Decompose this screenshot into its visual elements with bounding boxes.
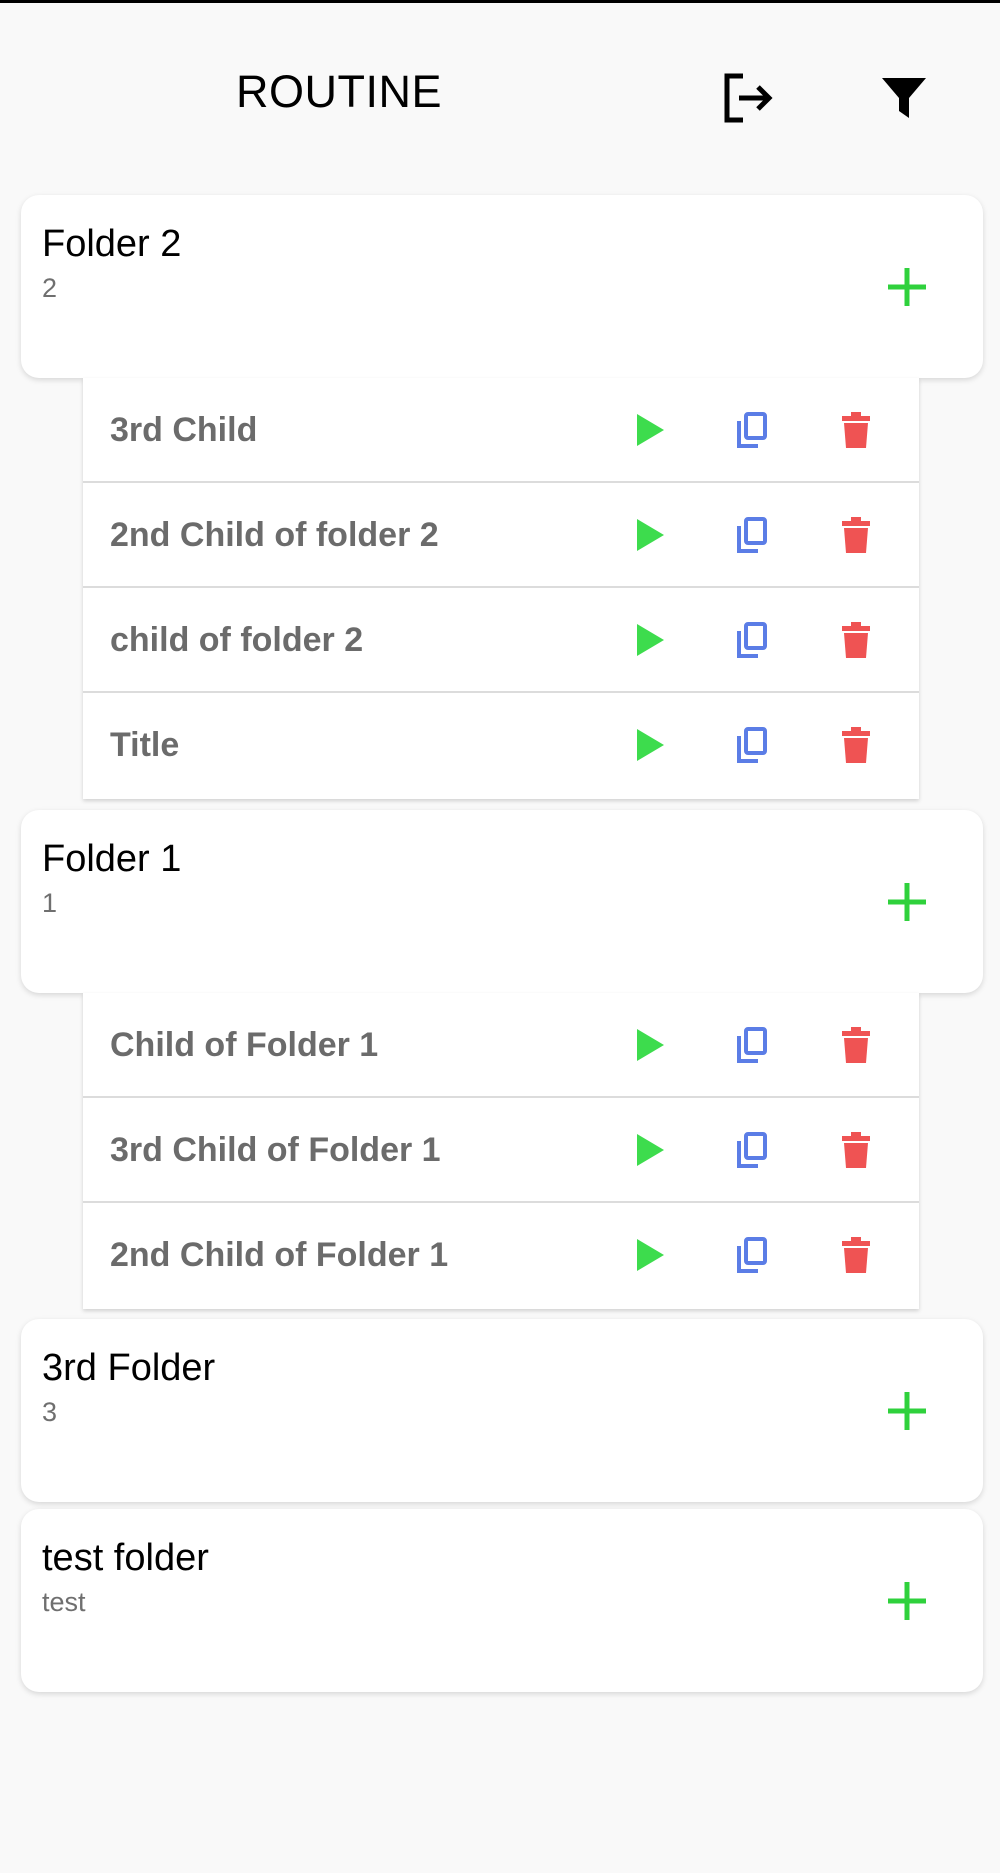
- list-item[interactable]: 2nd Child of folder 2: [83, 483, 919, 588]
- plus-icon: [888, 1392, 926, 1430]
- play-icon: [637, 519, 664, 551]
- trash-icon: [842, 1132, 870, 1168]
- trash-icon: [842, 1027, 870, 1063]
- play-button[interactable]: [624, 719, 676, 771]
- play-icon: [637, 1029, 664, 1061]
- logout-icon: [724, 73, 773, 123]
- child-title: Title: [110, 726, 180, 764]
- list-item[interactable]: Title: [83, 693, 919, 799]
- child-title: 3rd Child: [110, 411, 258, 449]
- delete-button[interactable]: [830, 1019, 882, 1071]
- delete-button[interactable]: [830, 1124, 882, 1176]
- copy-button[interactable]: [725, 509, 777, 561]
- plus-icon: [888, 883, 926, 921]
- play-icon: [637, 414, 664, 446]
- delete-button[interactable]: [830, 1229, 882, 1281]
- add-child-button[interactable]: [883, 1577, 931, 1625]
- delete-button[interactable]: [830, 509, 882, 561]
- app-header: ROUTINE: [0, 0, 1000, 190]
- child-title: Child of Folder 1: [110, 1026, 379, 1064]
- list-item[interactable]: child of folder 2: [83, 588, 919, 693]
- folder-description: 3: [42, 1397, 58, 1427]
- copy-button[interactable]: [725, 1229, 777, 1281]
- plus-icon: [888, 268, 926, 306]
- folder-description: 2: [42, 273, 58, 303]
- copy-icon: [737, 622, 767, 658]
- child-title: child of folder 2: [110, 621, 364, 659]
- folder-card[interactable]: test folder test: [21, 1509, 983, 1692]
- child-title: 2nd Child of Folder 1: [110, 1236, 449, 1274]
- logout-button[interactable]: [718, 68, 778, 128]
- child-list: 3rd Child 2nd Child of folder 2 child of…: [83, 378, 919, 799]
- page-title: ROUTINE: [236, 66, 442, 117]
- folder-card[interactable]: Folder 2 2: [21, 195, 983, 378]
- copy-icon: [737, 1237, 767, 1273]
- list-item[interactable]: 2nd Child of Folder 1: [83, 1203, 919, 1309]
- copy-button[interactable]: [725, 614, 777, 666]
- play-icon: [637, 1239, 664, 1271]
- trash-icon: [842, 1237, 870, 1273]
- trash-icon: [842, 517, 870, 553]
- copy-icon: [737, 1027, 767, 1063]
- list-item[interactable]: 3rd Child: [83, 378, 919, 483]
- folder-name: Folder 1: [42, 838, 182, 880]
- play-icon: [637, 624, 664, 656]
- copy-icon: [737, 412, 767, 448]
- list-item[interactable]: Child of Folder 1: [83, 993, 919, 1098]
- folder-card[interactable]: 3rd Folder 3: [21, 1319, 983, 1502]
- copy-button[interactable]: [725, 719, 777, 771]
- folder-description: 1: [42, 888, 58, 918]
- add-child-button[interactable]: [883, 263, 931, 311]
- folder-name: 3rd Folder: [42, 1347, 216, 1389]
- child-title: 2nd Child of folder 2: [110, 516, 439, 554]
- play-button[interactable]: [624, 404, 676, 456]
- copy-icon: [737, 517, 767, 553]
- plus-icon: [888, 1582, 926, 1620]
- delete-button[interactable]: [830, 614, 882, 666]
- play-button[interactable]: [624, 1019, 676, 1071]
- child-list: Child of Folder 1 3rd Child of Folder 1 …: [83, 993, 919, 1309]
- copy-button[interactable]: [725, 404, 777, 456]
- add-child-button[interactable]: [883, 1387, 931, 1435]
- play-button[interactable]: [624, 509, 676, 561]
- folder-name: test folder: [42, 1537, 209, 1579]
- folder-card[interactable]: Folder 1 1: [21, 810, 983, 993]
- delete-button[interactable]: [830, 719, 882, 771]
- copy-button[interactable]: [725, 1124, 777, 1176]
- copy-button[interactable]: [725, 1019, 777, 1071]
- trash-icon: [842, 727, 870, 763]
- child-title: 3rd Child of Folder 1: [110, 1131, 441, 1169]
- play-button[interactable]: [624, 1124, 676, 1176]
- trash-icon: [842, 412, 870, 448]
- copy-icon: [737, 1132, 767, 1168]
- folder-description: test: [42, 1587, 86, 1617]
- trash-icon: [842, 622, 870, 658]
- play-icon: [637, 729, 664, 761]
- delete-button[interactable]: [830, 404, 882, 456]
- play-button[interactable]: [624, 1229, 676, 1281]
- copy-icon: [737, 727, 767, 763]
- add-child-button[interactable]: [883, 878, 931, 926]
- list-item[interactable]: 3rd Child of Folder 1: [83, 1098, 919, 1203]
- folder-name: Folder 2: [42, 223, 182, 265]
- filter-icon: [882, 78, 926, 118]
- filter-button[interactable]: [874, 68, 934, 128]
- play-button[interactable]: [624, 614, 676, 666]
- play-icon: [637, 1134, 664, 1166]
